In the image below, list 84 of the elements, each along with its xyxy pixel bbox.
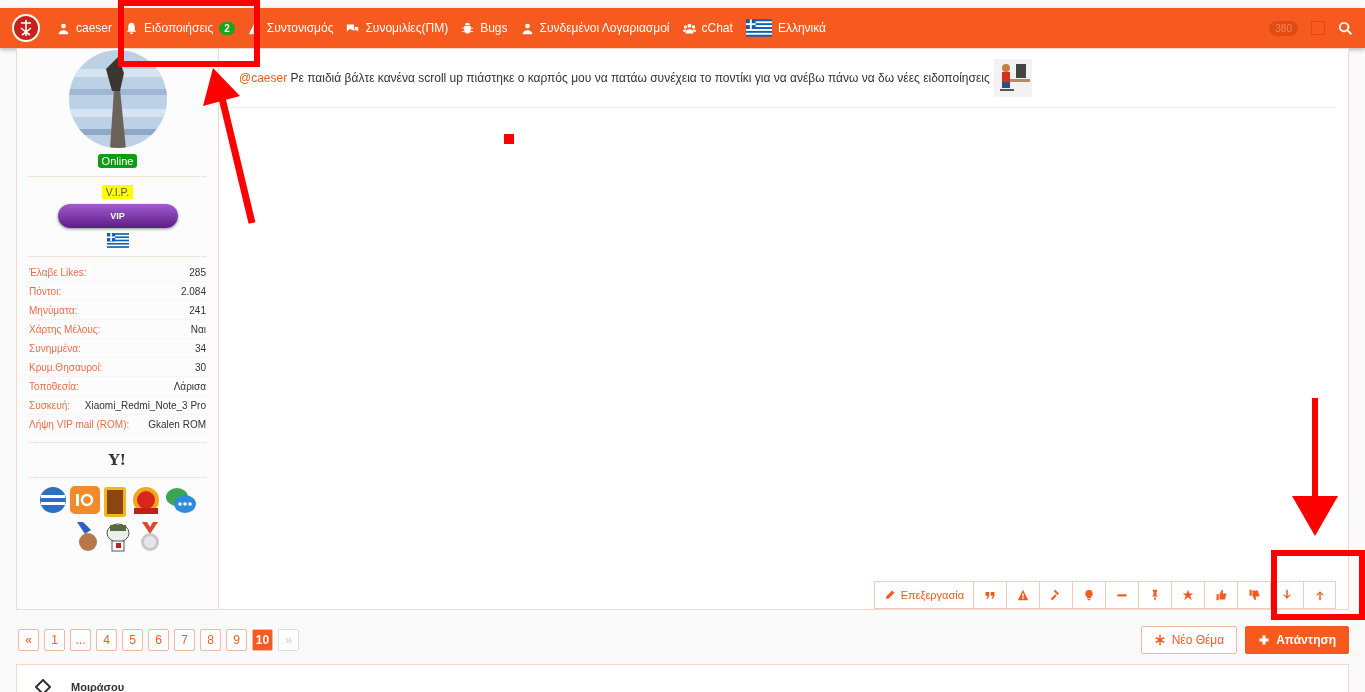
- down-arrow-icon: [1281, 589, 1293, 601]
- page-link[interactable]: 9: [226, 629, 247, 651]
- warning-icon: [1017, 589, 1029, 601]
- rank-label: V.I.P.: [101, 185, 134, 199]
- nav-link[interactable]: Bugs: [461, 21, 508, 35]
- asterisk-icon: [1153, 634, 1166, 646]
- stat-value: 241: [189, 304, 206, 318]
- page-link[interactable]: 1: [44, 629, 65, 651]
- stat-label: Τοποθεσία:: [29, 380, 79, 394]
- stat-label: Συνημμένα:: [29, 342, 81, 356]
- lightbulb-button[interactable]: [1072, 581, 1105, 609]
- stat-value: 30: [194, 361, 206, 375]
- lightbulb-icon: [1083, 589, 1095, 601]
- user-icon: [520, 21, 534, 35]
- page-link[interactable]: 5: [122, 629, 143, 651]
- stat-value: Xiaomi_Redmi_Note_3 Pro: [84, 399, 206, 413]
- search-icon[interactable]: [1338, 20, 1353, 36]
- nav-link[interactable]: Ελληνικά: [745, 19, 826, 37]
- stat-label: Κρυμ.Θησαυροί:: [29, 361, 103, 375]
- post-message: @caeser Ρε παιδιά βάλτε κανένα scroll up πιάστηκε ο καρπός μου να πατάω συνέχεια το ποντίκι για να ανέβω πάνω να δω νέες ειδοποίησεις: [239, 71, 990, 85]
- gavel-icon: [1050, 589, 1062, 601]
- page-link[interactable]: 6: [148, 629, 169, 651]
- greek-flag-icon: [745, 19, 772, 37]
- star-icon: [1182, 589, 1194, 601]
- chat-bubbles-icon: [164, 486, 197, 516]
- nav-link[interactable]: caeser: [57, 21, 113, 35]
- rank-banner: VIP: [57, 204, 178, 228]
- 10k-icon: [69, 486, 100, 514]
- stat-label: Λήψη VIP mail (ROM):: [29, 418, 130, 432]
- page-link[interactable]: 8: [200, 629, 221, 651]
- stat-label: Έλαβε Likes:: [29, 266, 87, 280]
- quote-icon: [984, 589, 996, 601]
- up-arrow-button[interactable]: [1303, 581, 1336, 609]
- nav-link[interactable]: Ειδοποιήσεις 2: [125, 21, 235, 35]
- tablet-icon: [102, 486, 127, 518]
- nav-link[interactable]: Συντονισμός: [247, 21, 334, 35]
- online-status: Online: [97, 154, 138, 168]
- thumbs-up-button[interactable]: [1204, 581, 1237, 609]
- quote-button[interactable]: [973, 581, 1006, 609]
- stat-label: Χάρτης Μέλους:: [29, 323, 101, 337]
- nav-link[interactable]: Συνομιλίες(ΠΜ): [346, 21, 449, 35]
- greek-flag-icon: [106, 233, 129, 248]
- notification-count: 2: [219, 21, 235, 35]
- stat-label: Πόντοι:: [29, 285, 62, 299]
- pencil-icon: [883, 589, 896, 601]
- plus-icon: [1258, 634, 1271, 646]
- gavel-button[interactable]: [1039, 581, 1072, 609]
- counter-badge: 380: [1269, 20, 1298, 36]
- nav-link[interactable]: Συνδεμένοι Λογαριασμοί: [520, 21, 670, 35]
- stat-label: Συσκευή:: [29, 399, 71, 413]
- new-thread-button[interactable]: Νέο Θέμα: [1140, 626, 1238, 654]
- reply-button[interactable]: Απάντηση: [1245, 626, 1349, 654]
- stat-value: Λάρισα: [173, 380, 206, 394]
- page-link[interactable]: 4: [96, 629, 117, 651]
- page-link[interactable]: 10: [252, 629, 273, 651]
- stat-value: 34: [194, 342, 206, 356]
- computer-user-icon: [993, 59, 1032, 97]
- share-icon: [35, 679, 51, 692]
- page-link[interactable]: «: [18, 629, 39, 651]
- globe-flag-icon: [38, 486, 67, 514]
- edit-button[interactable]: Επεξεργασία: [873, 581, 973, 609]
- page-link[interactable]: ...: [70, 629, 91, 651]
- pin-icon: [1149, 589, 1161, 601]
- thumbs-down-icon: [1248, 589, 1260, 601]
- stat-value: Gkalen ROM: [148, 418, 206, 432]
- user-mention-link[interactable]: @caeser: [239, 71, 288, 85]
- stat-value: 2.084: [180, 285, 206, 299]
- messenger-link[interactable]: Y!: [108, 451, 127, 469]
- logo-icon[interactable]: [12, 14, 40, 42]
- stat-label: Μηνύματα:: [29, 304, 78, 318]
- pin-button[interactable]: [1138, 581, 1171, 609]
- page-link[interactable]: 7: [174, 629, 195, 651]
- thumbs-up-icon: [1215, 589, 1227, 601]
- nav-link[interactable]: cChat: [682, 21, 733, 35]
- bug-icon: [461, 21, 475, 35]
- minus-button[interactable]: [1105, 581, 1138, 609]
- stat-value: Ναι: [190, 323, 206, 337]
- stat-value: 285: [189, 266, 206, 280]
- users-icon: [682, 21, 696, 35]
- warning-button[interactable]: [1006, 581, 1039, 609]
- star-button[interactable]: [1171, 581, 1204, 609]
- bell-icon: [125, 21, 139, 35]
- thumbs-down-button[interactable]: [1237, 581, 1270, 609]
- user-icon: [57, 21, 70, 35]
